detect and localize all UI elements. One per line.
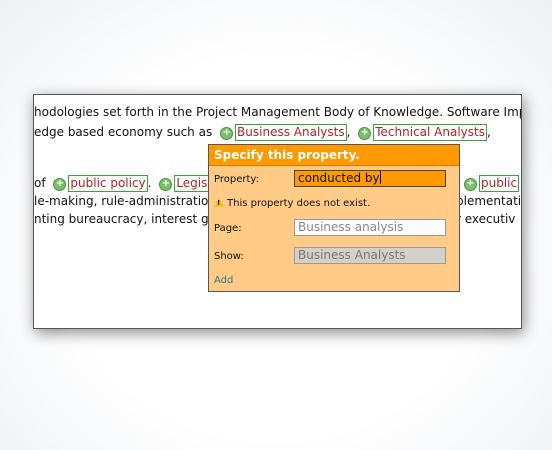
add-annotation-icon[interactable]: +	[220, 127, 234, 140]
add-annotation-icon[interactable]: +	[159, 178, 173, 191]
warning-text: This property does not exist.	[227, 198, 371, 209]
property-popup: Specify this property. Property: conduct…	[208, 144, 460, 292]
show-input[interactable]: Business Analysts	[294, 247, 446, 264]
show-input-placeholder: Business Analysts	[298, 248, 406, 262]
text-line-3-prefix: of	[34, 176, 46, 190]
text-line-3: of + public policy. + Legislat	[34, 175, 225, 192]
text-line-5-left-content: nting bureaucracy, interest gro	[34, 212, 221, 226]
text-line-4-left-content: le-making, rule-administration	[34, 194, 216, 208]
page-label: Page:	[214, 223, 242, 234]
property-label: Property:	[214, 174, 259, 185]
separator: ,	[486, 125, 491, 139]
add-annotation-icon[interactable]: +	[53, 178, 67, 191]
text-line-4-right-content: plementatio	[456, 194, 522, 208]
text-line-4-left: le-making, rule-administration	[34, 194, 216, 208]
annotation-tag-public-policy[interactable]: public policy	[68, 175, 148, 192]
add-link[interactable]: Add	[214, 275, 233, 286]
warning-icon: !	[214, 198, 224, 207]
text-line-4-right: plementatio	[456, 194, 522, 208]
page-input-placeholder: Business analysis	[298, 220, 404, 234]
warning-message: ! This property does not exist.	[214, 198, 370, 209]
text-line-5-right-content: r executiv	[456, 212, 516, 226]
annotation-tag-public[interactable]: public	[479, 175, 520, 192]
separator: ,	[346, 125, 351, 139]
text-line-2: edge based economy such as + Business Ana…	[34, 124, 491, 141]
text-line-5-left: nting bureaucracy, interest gro	[34, 212, 221, 226]
add-annotation-icon[interactable]: +	[464, 178, 477, 191]
add-annotation-icon[interactable]: +	[358, 127, 372, 140]
property-input[interactable]: conducted by	[294, 170, 446, 187]
show-label: Show:	[214, 251, 244, 262]
text-line-3-right: + public	[460, 175, 520, 192]
separator: .	[147, 176, 152, 190]
text-line-5-right: r executiv	[456, 212, 515, 226]
popup-title: Specify this property.	[209, 145, 459, 166]
annotation-tag-business-analysts[interactable]: Business Analysts	[235, 124, 347, 141]
text-line-1: hodologies set forth in the Project Mana…	[34, 105, 522, 119]
annotation-tag-technical-analysts[interactable]: Technical Analysts	[373, 124, 487, 141]
page-input[interactable]: Business analysis	[294, 219, 446, 236]
text-line-2-prefix: edge based economy such as	[34, 125, 213, 139]
property-input-value: conducted by	[298, 171, 380, 185]
text-line-1-content: hodologies set forth in the Project Mana…	[34, 105, 522, 119]
text-caret	[379, 171, 381, 184]
